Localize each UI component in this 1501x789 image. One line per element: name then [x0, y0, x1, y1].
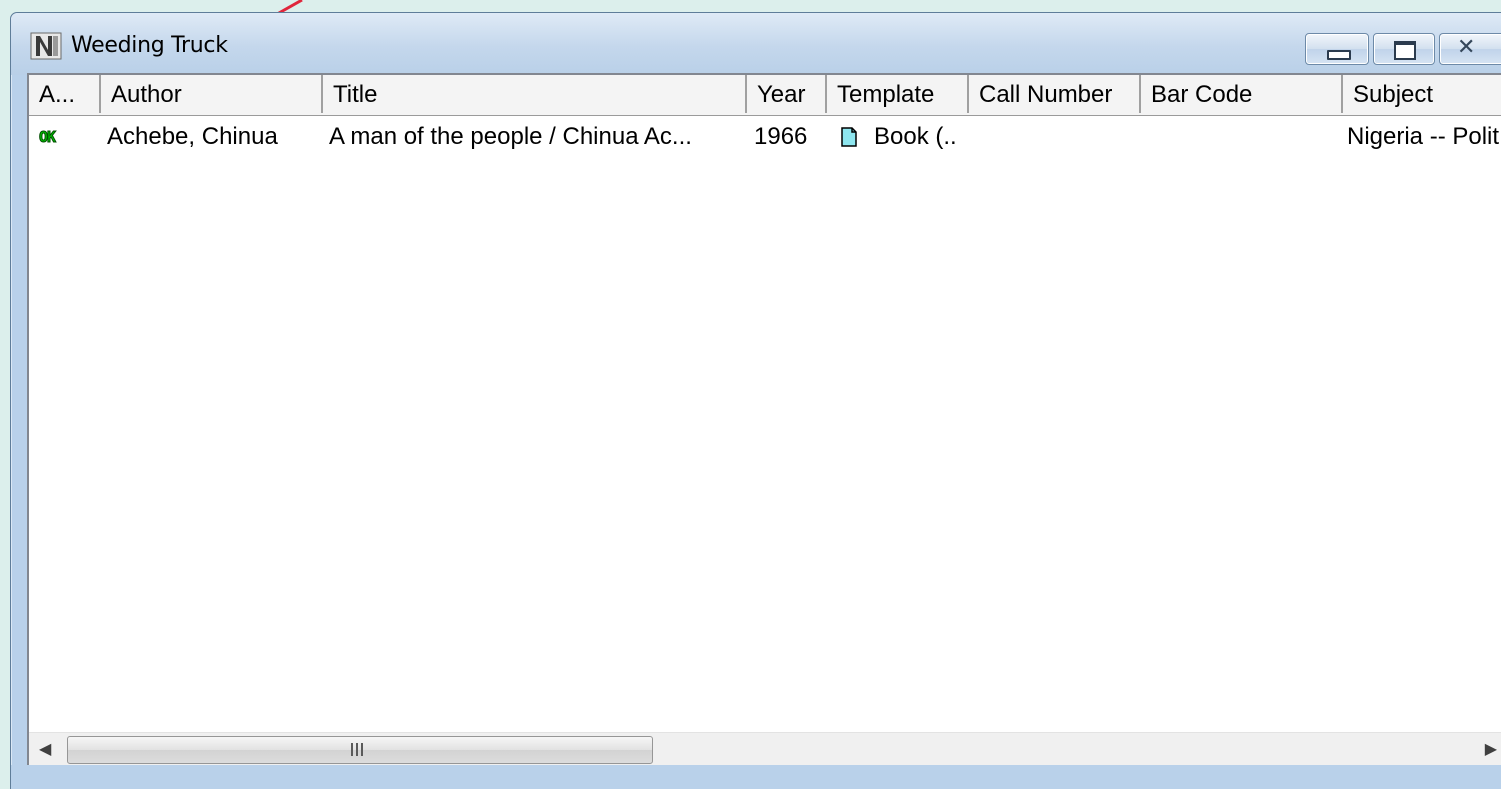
- app-logo-icon: [30, 32, 62, 60]
- column-header-template[interactable]: Template: [827, 75, 969, 113]
- column-header-subject[interactable]: Subject: [1343, 75, 1501, 113]
- cell-author: Achebe, Chinua: [107, 123, 278, 150]
- close-icon: ✕: [1457, 35, 1476, 60]
- window-bottom-border: [11, 765, 1501, 789]
- scroll-left-arrow-icon[interactable]: ◀: [39, 739, 51, 759]
- column-header-author[interactable]: Author: [101, 75, 323, 113]
- horizontal-scrollbar[interactable]: ◀ ▶: [29, 732, 1501, 765]
- minimize-icon: [1327, 50, 1351, 60]
- maximize-icon: [1394, 41, 1416, 60]
- status-ok-icon: OK: [39, 128, 57, 146]
- column-header-bar-code[interactable]: Bar Code: [1141, 75, 1343, 113]
- table-row[interactable]: OK Achebe, Chinua A man of the people / …: [29, 115, 1501, 159]
- cell-subject: Nigeria -- Polit: [1347, 123, 1500, 150]
- weeding-truck-window: Weeding Truck ✕ A... Author Title Year T…: [10, 12, 1501, 789]
- column-header-year[interactable]: Year: [747, 75, 827, 113]
- cell-title: A man of the people / Chinua Ac...: [329, 123, 692, 150]
- column-header-row: A... Author Title Year Template Call Num…: [29, 75, 1501, 116]
- close-button[interactable]: ✕: [1439, 33, 1501, 65]
- document-icon: [841, 127, 857, 147]
- scrollbar-grip-icon: [351, 743, 365, 756]
- scrollbar-thumb[interactable]: [67, 736, 653, 764]
- maximize-button[interactable]: [1373, 33, 1435, 65]
- column-header-status[interactable]: A...: [29, 75, 101, 113]
- cell-template: Book (..: [874, 123, 957, 150]
- window-title: Weeding Truck: [71, 33, 228, 58]
- column-header-call-number[interactable]: Call Number: [969, 75, 1141, 113]
- minimize-button[interactable]: [1305, 33, 1369, 65]
- title-bar[interactable]: Weeding Truck ✕: [11, 13, 1501, 75]
- item-list-view[interactable]: A... Author Title Year Template Call Num…: [27, 73, 1501, 765]
- column-header-title[interactable]: Title: [323, 75, 747, 113]
- scroll-right-arrow-icon[interactable]: ▶: [1485, 739, 1497, 759]
- cell-year: 1966: [754, 123, 808, 150]
